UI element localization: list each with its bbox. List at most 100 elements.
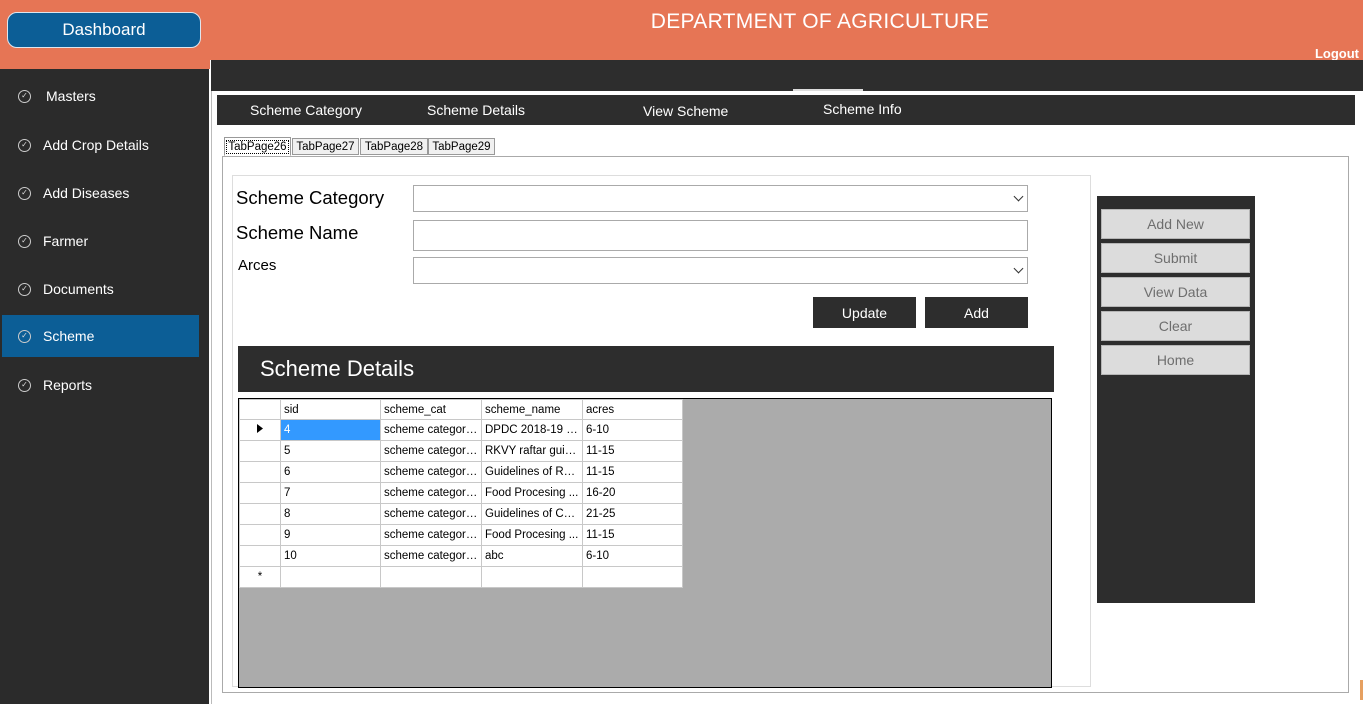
check-circle-icon: ✓ <box>18 378 31 392</box>
table-cell[interactable]: 6-10 <box>582 545 683 567</box>
tabpage-label: TabPage26 <box>226 139 289 154</box>
tabpage-27[interactable]: TabPage27 <box>292 138 359 155</box>
table-row[interactable]: 7 scheme category 2 Food Procesing ... 16-2… <box>239 482 683 504</box>
table-cell[interactable]: 6-10 <box>582 419 683 441</box>
submit-button[interactable]: Submit <box>1101 243 1250 273</box>
sidebar-item-add-crop-details[interactable]: ✓ Add Crop Details <box>2 124 199 166</box>
table-cell[interactable]: Guidelines of CM ... <box>481 503 583 525</box>
cell-text: 7 <box>284 487 291 499</box>
table-cell[interactable]: Guidelines of RK... <box>481 461 583 483</box>
table-cell[interactable] <box>582 566 683 588</box>
add-new-button[interactable]: Add New <box>1101 209 1250 239</box>
row-header[interactable] <box>239 524 281 546</box>
column-header[interactable]: acres <box>582 399 683 420</box>
row-header[interactable] <box>239 440 281 462</box>
table-cell[interactable]: 11-15 <box>582 461 683 483</box>
scheme-name-field[interactable] <box>413 220 1028 251</box>
table-cell[interactable]: 4 <box>280 419 381 441</box>
acres-value[interactable] <box>414 258 1027 283</box>
row-header[interactable] <box>239 419 281 441</box>
home-button[interactable]: Home <box>1101 345 1250 375</box>
view-data-button[interactable]: View Data <box>1101 277 1250 307</box>
cell-text: 4 <box>284 424 291 436</box>
tabpage-28[interactable]: TabPage28 <box>360 138 428 155</box>
tab-scheme-category[interactable]: Scheme Category <box>250 102 362 118</box>
clear-button[interactable]: Clear <box>1101 311 1250 341</box>
table-cell[interactable]: 10 <box>280 545 381 567</box>
check-circle-icon: ✓ <box>18 138 31 152</box>
scheme-details-grid[interactable]: sid scheme_cat scheme_name acres 4 scheme… <box>238 398 1052 688</box>
scheme-name-input[interactable] <box>414 221 1027 250</box>
sidebar-item-documents[interactable]: ✓ Documents <box>2 268 199 310</box>
table-row[interactable]: 9 scheme category 1 Food Procesing ... 11-1… <box>239 524 683 546</box>
cell-text: scheme category 2 <box>384 466 478 478</box>
scheme-category-select[interactable] <box>413 185 1028 212</box>
sidebar-item-reports[interactable]: ✓ Reports <box>2 364 199 406</box>
tabpage-26[interactable]: TabPage26 <box>224 137 291 156</box>
table-cell[interactable]: scheme category 1 <box>380 524 482 546</box>
sidebar-item-scheme[interactable]: ✓ Scheme <box>2 315 199 357</box>
table-cell[interactable] <box>481 566 583 588</box>
table-cell[interactable]: 11-15 <box>582 440 683 462</box>
table-cell[interactable]: 11-15 <box>582 524 683 546</box>
cell-text: Guidelines of RK... <box>485 466 579 478</box>
sidebar-item-add-diseases[interactable]: ✓ Add Diseases <box>2 172 199 214</box>
cell-text: 9 <box>284 529 291 541</box>
table-cell[interactable]: scheme category 2 <box>380 482 482 504</box>
table-cell[interactable]: DPDC 2018-19 G... <box>481 419 583 441</box>
table-cell[interactable]: scheme category 3 <box>380 503 482 525</box>
acres-select[interactable] <box>413 257 1028 284</box>
row-header[interactable] <box>239 545 281 567</box>
tabpage-label: TabPage27 <box>296 140 355 153</box>
table-cell[interactable]: 5 <box>280 440 381 462</box>
table-cell[interactable]: 8 <box>280 503 381 525</box>
update-button[interactable]: Update <box>813 297 916 328</box>
sidebar-item-label: Reports <box>43 377 93 393</box>
table-cell[interactable]: 6 <box>280 461 381 483</box>
table-cell[interactable] <box>280 566 381 588</box>
sidebar-item-farmer[interactable]: ✓ Farmer <box>2 220 199 262</box>
tabpage-29[interactable]: TabPage29 <box>428 138 495 155</box>
table-cell[interactable]: Food Procesing ... <box>481 482 583 504</box>
cell-text: 11-15 <box>586 529 615 541</box>
table-cell[interactable]: 16-20 <box>582 482 683 504</box>
row-header[interactable] <box>239 482 281 504</box>
add-button[interactable]: Add <box>925 297 1028 328</box>
new-row[interactable]: * <box>239 566 683 588</box>
column-header[interactable]: scheme_cat <box>380 399 482 420</box>
column-header[interactable]: sid <box>280 399 381 420</box>
table-cell[interactable]: 9 <box>280 524 381 546</box>
logout-link[interactable]: Logout <box>1315 46 1359 61</box>
row-header[interactable] <box>239 503 281 525</box>
table-cell[interactable]: scheme category 2 <box>380 461 482 483</box>
table-cell[interactable] <box>380 566 482 588</box>
table-cell[interactable]: scheme category 1 <box>380 440 482 462</box>
row-header[interactable] <box>239 461 281 483</box>
table-row[interactable]: 8 scheme category 3 Guidelines of CM ... 21… <box>239 503 683 525</box>
column-header[interactable]: scheme_name <box>481 399 583 420</box>
table-cell[interactable]: scheme category 4 <box>380 545 482 567</box>
cell-text: RKVY raftar guid... <box>485 445 579 457</box>
table-cell[interactable]: 21-25 <box>582 503 683 525</box>
dashboard-button[interactable]: Dashboard <box>7 12 201 48</box>
tab-scheme-details[interactable]: Scheme Details <box>427 102 525 118</box>
cell-text: 6 <box>284 466 291 478</box>
scheme-category-value[interactable] <box>414 186 1027 211</box>
check-circle-icon: ✓ <box>18 89 31 103</box>
cell-text: Food Procesing ... <box>485 529 579 541</box>
sidebar-item-masters[interactable]: ✓ Masters <box>2 75 199 117</box>
tab-scheme-info[interactable]: Scheme Info <box>823 101 902 117</box>
table-cell[interactable]: abc <box>481 545 583 567</box>
table-header-row: sid scheme_cat scheme_name acres <box>239 399 683 420</box>
table-cell[interactable]: scheme category 1 <box>380 419 482 441</box>
tab-view-scheme[interactable]: View Scheme <box>643 103 728 119</box>
table-cell[interactable]: 7 <box>280 482 381 504</box>
cell-text: 8 <box>284 508 291 520</box>
table-row[interactable]: 10 scheme category 4 abc 6-10 <box>239 545 683 567</box>
table-cell[interactable]: RKVY raftar guid... <box>481 440 583 462</box>
table-row[interactable]: 4 scheme category 1 DPDC 2018-19 G... 6-10 <box>239 419 683 441</box>
table-row[interactable]: 5 scheme category 1 RKVY raftar guid... 11-… <box>239 440 683 462</box>
table-cell[interactable]: Food Procesing ... <box>481 524 583 546</box>
cell-text: 6-10 <box>586 550 610 562</box>
table-row[interactable]: 6 scheme category 2 Guidelines of RK... 11-… <box>239 461 683 483</box>
